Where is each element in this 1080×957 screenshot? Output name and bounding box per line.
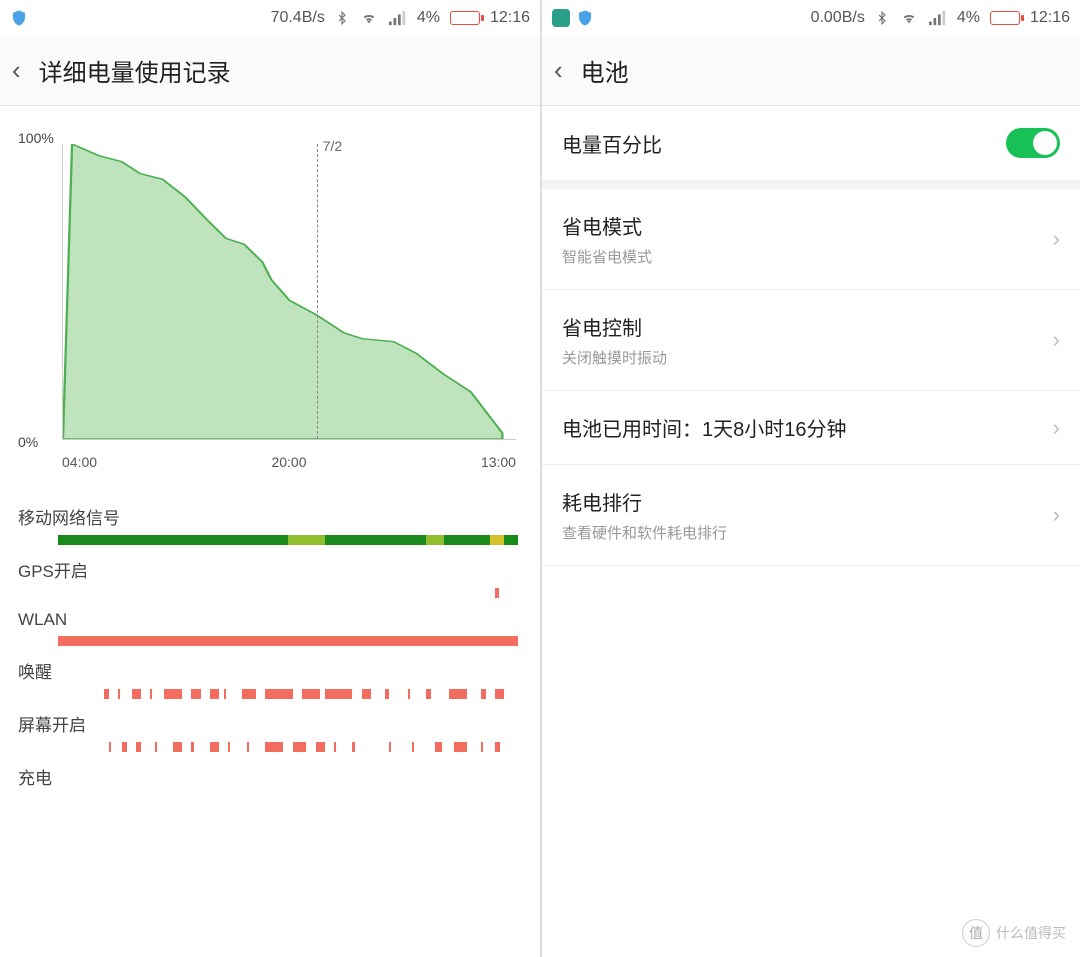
strip-bar (58, 636, 518, 646)
back-button[interactable]: ‹ (12, 51, 29, 90)
battery-pct: 4% (957, 9, 980, 27)
settings-list: 电量百分比 省电模式 智能省电模式 › 省电控制 关闭触摸时振动 › 电池已用时… (542, 106, 1080, 566)
page-title: 详细电量使用记录 (39, 53, 231, 88)
strip-gps: GPS开启 (18, 557, 522, 598)
row-label: 电池已用时间：1天8小时16分钟 (562, 413, 1041, 442)
row-subtitle: 关闭触摸时振动 (562, 347, 1041, 368)
strip-bar (58, 795, 518, 805)
battery-pct: 4% (417, 9, 440, 27)
row-label: 省电控制 (562, 312, 1041, 341)
strip-wlan: WLAN (18, 610, 522, 646)
row-power-control[interactable]: 省电控制 关闭触摸时振动 › (542, 290, 1080, 391)
wifi-icon (359, 10, 379, 26)
y-label-top: 100% (18, 130, 54, 146)
row-subtitle: 智能省电模式 (562, 246, 1041, 267)
watermark-badge: 值 (962, 919, 990, 947)
strip-label: 唤醒 (18, 658, 522, 683)
battery-area-svg (63, 144, 516, 439)
x-tick: 20:00 (271, 454, 306, 470)
page-title: 电池 (581, 53, 629, 88)
back-button[interactable]: ‹ (554, 51, 571, 90)
row-label: 电量百分比 (562, 129, 994, 158)
signal-icon (389, 10, 407, 26)
wifi-icon (899, 10, 919, 26)
signal-strips: 移动网络信号 GPS开启 WLAN 唤醒屏幕开启充电 (0, 484, 540, 805)
chevron-right-icon: › (1053, 226, 1060, 252)
strip-bar (58, 535, 518, 545)
row-label: 省电模式 (562, 211, 1041, 240)
signal-icon (929, 10, 947, 26)
date-divider (317, 144, 318, 439)
net-speed: 0.00B/s (811, 9, 865, 27)
strip-label: GPS开启 (18, 557, 522, 582)
chevron-right-icon: › (1053, 327, 1060, 353)
date-marker: 7/2 (323, 138, 342, 154)
status-bar-left: 70.4B/s 4% 12:16 (0, 0, 540, 36)
strip-charging: 充电 (18, 764, 522, 805)
strip-label: 屏幕开启 (18, 711, 522, 736)
row-power-save-mode[interactable]: 省电模式 智能省电模式 › (542, 189, 1080, 290)
row-label: 耗电排行 (562, 487, 1041, 516)
watermark-text: 什么值得买 (996, 923, 1066, 943)
clock: 12:16 (1030, 9, 1070, 27)
strip-label: 移动网络信号 (18, 504, 522, 529)
chevron-right-icon: › (1053, 502, 1060, 528)
page-header-right: ‹ 电池 (542, 36, 1080, 106)
right-screen: 0.00B/s 4% 12:16 ‹ 电池 电量百分比 省电模式 (540, 0, 1080, 957)
row-subtitle: 查看硬件和软件耗电排行 (562, 522, 1041, 543)
net-speed: 70.4B/s (271, 9, 325, 27)
status-bar-right: 0.00B/s 4% 12:16 (542, 0, 1080, 36)
strip-bar (58, 742, 518, 752)
strip-label: 充电 (18, 764, 522, 789)
strip-bar (58, 588, 518, 598)
page-header-left: ‹ 详细电量使用记录 (0, 36, 540, 106)
chevron-right-icon: › (1053, 415, 1060, 441)
row-battery-uptime[interactable]: 电池已用时间：1天8小时16分钟 › (542, 391, 1080, 465)
x-tick: 13:00 (481, 454, 516, 470)
left-screen: 70.4B/s 4% 12:16 ‹ 详细电量使用记录 100% 0% (0, 0, 540, 957)
strip-bar (58, 689, 518, 699)
app-icon (552, 9, 570, 27)
shield-icon (576, 9, 594, 27)
battery-icon (990, 11, 1020, 25)
y-label-bottom: 0% (18, 434, 38, 450)
plot-area[interactable]: 7/2 (62, 144, 516, 440)
strip-mobile_signal: 移动网络信号 (18, 504, 522, 545)
strip-label: WLAN (18, 610, 522, 630)
x-tick: 04:00 (62, 454, 97, 470)
battery-icon (450, 11, 480, 25)
x-ticks: 04:00 20:00 13:00 (62, 454, 516, 470)
watermark: 值 什么值得买 (962, 919, 1066, 947)
clock: 12:16 (490, 9, 530, 27)
bluetooth-icon (875, 9, 889, 27)
row-drain-rank[interactable]: 耗电排行 查看硬件和软件耗电排行 › (542, 465, 1080, 566)
strip-screen: 屏幕开启 (18, 711, 522, 752)
bluetooth-icon (335, 9, 349, 27)
toggle-battery-percent[interactable] (1006, 128, 1060, 158)
strip-wake: 唤醒 (18, 658, 522, 699)
row-battery-percent[interactable]: 电量百分比 (542, 106, 1080, 181)
battery-chart: 100% 0% 7/2 04:00 20:00 13:00 (0, 106, 540, 484)
shield-icon (10, 9, 28, 27)
